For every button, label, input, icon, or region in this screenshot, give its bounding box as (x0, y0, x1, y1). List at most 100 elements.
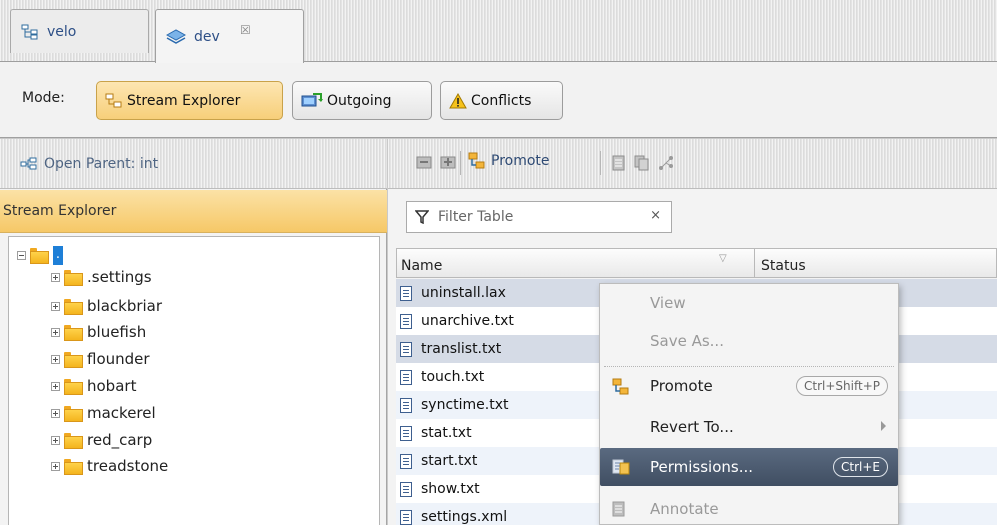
menu-item-label: Revert To... (650, 418, 734, 436)
tree-item-label: flounder (87, 350, 150, 368)
table-header: Name ▽ Status (396, 248, 997, 278)
tree-item-label: hobart (87, 377, 137, 395)
menu-item-label: View (650, 294, 686, 312)
history-icon[interactable] (658, 155, 674, 171)
filter-placeholder: Filter Table (438, 209, 514, 225)
promote-label: Promote (491, 153, 550, 169)
menu-item-revert-to[interactable]: Revert To... (600, 408, 898, 446)
promote-button[interactable]: Promote (468, 152, 550, 170)
tree-item-label: .settings (87, 268, 152, 286)
stream-explorer-icon (105, 93, 123, 109)
tree-item[interactable]: mackerel (51, 402, 156, 424)
conflicts-button[interactable]: Conflicts (440, 81, 563, 120)
tree-item[interactable]: treadstone (51, 455, 168, 477)
workspace-icon (166, 28, 186, 45)
menu-item-promote[interactable]: Promote Ctrl+Shift+P (600, 367, 898, 405)
promote-icon (612, 378, 630, 396)
expand-icon[interactable] (51, 354, 60, 364)
copy-icon[interactable] (634, 155, 650, 171)
file-icon (400, 453, 412, 469)
filter-table-input[interactable]: Filter Table × (406, 201, 672, 233)
expand-icon[interactable] (51, 381, 60, 391)
shortcut-badge: Ctrl+E (833, 457, 888, 477)
tree-item-label: blackbriar (87, 297, 163, 315)
menu-item-permissions[interactable]: Permissions... Ctrl+E (600, 448, 898, 486)
warning-icon (449, 92, 467, 109)
stream-explorer-button[interactable]: Stream Explorer (96, 81, 283, 120)
outgoing-button[interactable]: Outgoing (292, 81, 432, 120)
panel-title: Stream Explorer (3, 203, 117, 219)
menu-item-label: Promote (650, 377, 713, 395)
expand-icon[interactable] (51, 301, 60, 311)
tree-item[interactable]: flounder (51, 348, 150, 370)
permissions-icon (612, 459, 630, 475)
tree-item-label: treadstone (87, 457, 169, 475)
file-icon (400, 481, 412, 497)
folder-open-icon (30, 248, 49, 264)
expand-all-icon[interactable] (440, 155, 456, 169)
folder-icon (64, 352, 83, 368)
expand-icon[interactable] (51, 272, 60, 282)
stream-explorer-header: Stream Explorer (0, 190, 387, 233)
outgoing-icon (301, 92, 323, 110)
folder-icon (64, 325, 83, 341)
file-icon (400, 509, 412, 525)
clear-icon[interactable]: × (650, 208, 661, 223)
button-label: Outgoing (327, 92, 392, 109)
context-menu: View Save As... Promote Ctrl+Shift+P Rev… (599, 283, 899, 525)
menu-item-label: Annotate (650, 500, 719, 518)
collapse-icon[interactable] (17, 250, 26, 260)
annotate-icon (612, 501, 626, 517)
file-name: touch.txt (421, 369, 485, 385)
tab-dev[interactable]: dev ☒ (155, 9, 304, 63)
tab-label: dev (194, 28, 220, 45)
tree-root-label: . (53, 245, 63, 265)
file-toolbar: Promote (388, 139, 997, 189)
menu-item-annotate[interactable]: Annotate (600, 490, 898, 525)
promote-icon (468, 152, 486, 170)
editor-tab-bar: velo dev ☒ (0, 0, 997, 63)
column-header-name[interactable]: Name (401, 258, 442, 274)
shortcut-badge: Ctrl+Shift+P (796, 376, 888, 396)
tree-item[interactable]: red_carp (51, 429, 152, 451)
close-icon[interactable]: ☒ (240, 23, 251, 37)
menu-item-label: Save As... (650, 332, 724, 350)
toolbar-separator (460, 151, 461, 175)
document-icon[interactable] (612, 155, 626, 171)
submenu-arrow-icon (881, 421, 886, 431)
file-name: stat.txt (421, 425, 472, 441)
file-icon (400, 369, 412, 385)
file-name: start.txt (421, 453, 478, 469)
expand-icon[interactable] (51, 408, 60, 418)
file-name: show.txt (421, 481, 480, 497)
tree-root[interactable]: . (17, 244, 63, 266)
tree-item[interactable]: .settings (51, 266, 152, 288)
expand-icon[interactable] (51, 461, 60, 471)
mode-label: Mode: (22, 90, 65, 106)
stream-explorer-panel: Open Parent: int Stream Explorer . .sett… (0, 139, 387, 525)
menu-item-view[interactable]: View (600, 284, 898, 322)
tab-velo[interactable]: velo (10, 9, 149, 53)
column-divider[interactable] (754, 249, 755, 277)
file-icon (400, 397, 412, 413)
expand-icon[interactable] (51, 327, 60, 337)
file-name: translist.txt (421, 341, 502, 357)
tree-item[interactable]: bluefish (51, 321, 146, 343)
folder-icon (64, 270, 83, 286)
menu-item-save-as[interactable]: Save As... (600, 322, 898, 360)
tree-item-label: bluefish (87, 323, 147, 341)
folder-icon (64, 459, 83, 475)
collapse-all-icon[interactable] (416, 155, 432, 169)
tree-item[interactable]: hobart (51, 375, 136, 397)
folder-icon (64, 406, 83, 422)
tree-item[interactable]: blackbriar (51, 295, 162, 317)
file-name: uninstall.lax (421, 285, 506, 301)
file-name: unarchive.txt (421, 313, 514, 329)
file-icon (400, 313, 412, 329)
tree-item-label: red_carp (87, 431, 153, 449)
file-name: settings.xml (421, 509, 508, 525)
column-header-status[interactable]: Status (761, 258, 806, 274)
open-parent-button[interactable]: Open Parent: int (0, 139, 387, 189)
stream-tree-icon (21, 24, 39, 40)
expand-icon[interactable] (51, 435, 60, 445)
